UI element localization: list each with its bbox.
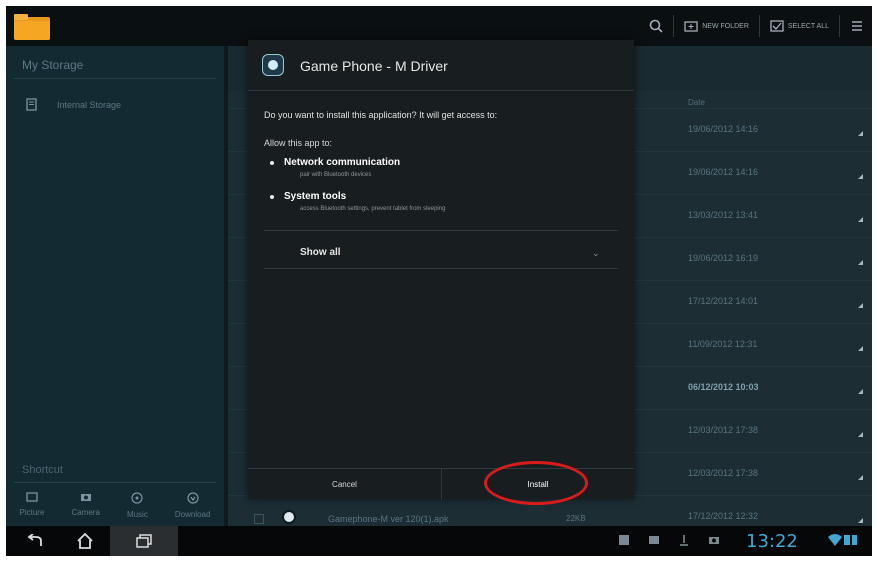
sidebar-item-label: Internal Storage (57, 99, 122, 110)
shortcut-label: Camera (71, 508, 100, 517)
recent-apps-button[interactable] (110, 526, 178, 556)
storage-icon (26, 98, 37, 111)
back-button[interactable] (20, 526, 50, 556)
row-date: 19/06/2012 14:16 (688, 167, 759, 177)
row-date: 12/03/2012 17:38 (688, 425, 759, 435)
music-icon (131, 492, 143, 504)
camera-icon (80, 494, 91, 501)
row-menu-icon[interactable] (858, 389, 863, 394)
home-icon (77, 533, 93, 549)
back-icon (27, 534, 42, 546)
divider (264, 230, 618, 231)
search-icon[interactable] (649, 19, 663, 33)
camera-notification-icon[interactable] (708, 534, 720, 546)
permission-system-tools: System tools (270, 191, 347, 202)
wifi-icon (828, 534, 842, 546)
row-date: 12/03/2012 17:38 (688, 468, 759, 478)
sidebar: My Storage Internal Storage Shortcut Pic… (6, 46, 224, 526)
shortcut-music[interactable]: Music (127, 492, 148, 519)
shortcut-camera[interactable]: Camera (71, 492, 100, 519)
divider (839, 15, 840, 37)
shortcut-label: Download (174, 510, 211, 519)
row-menu-icon[interactable] (858, 432, 863, 437)
overflow-menu-icon[interactable] (850, 19, 864, 33)
row-date: 17/12/2012 12:32 (688, 511, 759, 521)
new-folder-button[interactable]: NEW FOLDER (684, 20, 749, 32)
sidebar-item-internal-storage[interactable]: Internal Storage (26, 98, 121, 111)
dialog-title: Game Phone - M Driver (300, 58, 448, 74)
bullet-icon (270, 161, 274, 165)
row-filename: Gamephone-M ver 120(1).apk (328, 514, 449, 524)
divider (14, 482, 216, 483)
divider (14, 78, 216, 79)
install-dialog: Game Phone - M Driver Do you want to ins… (248, 40, 634, 505)
row-menu-icon[interactable] (858, 174, 863, 179)
add-folder-icon (684, 21, 698, 32)
divider (673, 15, 675, 37)
folder-icon[interactable] (14, 14, 50, 40)
permission-title: Network communication (284, 157, 401, 168)
download-icon (187, 492, 199, 504)
new-folder-label: NEW FOLDER (702, 22, 749, 30)
select-all-button[interactable]: SELECT ALL (770, 20, 829, 32)
download-notification-icon[interactable] (678, 534, 690, 546)
select-all-icon (770, 20, 784, 32)
permission-title: System tools (284, 191, 347, 202)
row-menu-icon[interactable] (858, 346, 863, 351)
picture-icon (26, 492, 38, 502)
select-all-label: SELECT ALL (787, 22, 829, 30)
app-icon (262, 54, 284, 76)
row-date: 13/03/2012 13:41 (688, 210, 759, 220)
divider (264, 268, 618, 269)
row-menu-icon[interactable] (858, 260, 863, 265)
row-menu-icon[interactable] (858, 303, 863, 308)
date-column-header[interactable]: Date (688, 98, 705, 107)
row-menu-icon[interactable] (858, 518, 863, 523)
row-date: 17/12/2012 14:01 (688, 296, 759, 306)
shortcut-label: Music (126, 510, 148, 519)
permission-desc: pair with Bluetooth devices (300, 172, 372, 178)
dialog-title-bar: Game Phone - M Driver (248, 40, 634, 91)
install-question: Do you want to install this application?… (264, 110, 498, 120)
highlight-annotation (484, 461, 588, 505)
row-size: 22KB (566, 514, 586, 523)
system-bar: 13:22 (6, 526, 872, 556)
shortcut-picture[interactable]: Picture (19, 492, 45, 519)
home-button[interactable] (70, 526, 100, 556)
shortcut-download[interactable]: Download (174, 492, 211, 519)
show-all-button[interactable]: Show all (300, 247, 341, 258)
row-menu-icon[interactable] (858, 217, 863, 222)
bullet-icon (270, 195, 274, 199)
shortcut-label: Picture (19, 508, 45, 517)
row-date: 11/09/2012 12:31 (688, 339, 758, 349)
shortcut-header: Shortcut (22, 464, 63, 476)
allow-label: Allow this app to: (264, 138, 333, 148)
row-checkbox[interactable] (254, 514, 264, 524)
apk-file-icon (282, 510, 296, 524)
tablet-screen: NEW FOLDER SELECT ALL My Storage Interna… (6, 6, 872, 556)
battery-icon (844, 535, 857, 545)
cancel-button[interactable]: Cancel (248, 469, 442, 499)
sidebar-header: My Storage (22, 58, 84, 72)
row-date: 19/06/2012 16:19 (688, 253, 759, 263)
notification-icons (618, 534, 720, 546)
permission-network: Network communication (270, 157, 401, 168)
row-menu-icon[interactable] (858, 475, 863, 480)
row-menu-icon[interactable] (858, 131, 863, 136)
chevron-down-icon: ⌄ (592, 248, 600, 258)
clock[interactable]: 13:22 (746, 531, 798, 552)
shortcut-bar: Picture Camera Music Download (6, 492, 224, 519)
row-date: 19/06/2012 14:16 (688, 124, 759, 134)
recent-apps-icon (136, 534, 152, 548)
row-date: 06/12/2012 10:03 (688, 382, 759, 392)
divider (758, 15, 760, 37)
permission-desc: access Bluetooth settings, prevent table… (300, 206, 446, 212)
screenshot-icon[interactable] (618, 534, 630, 546)
image-notification-icon[interactable] (648, 534, 660, 546)
